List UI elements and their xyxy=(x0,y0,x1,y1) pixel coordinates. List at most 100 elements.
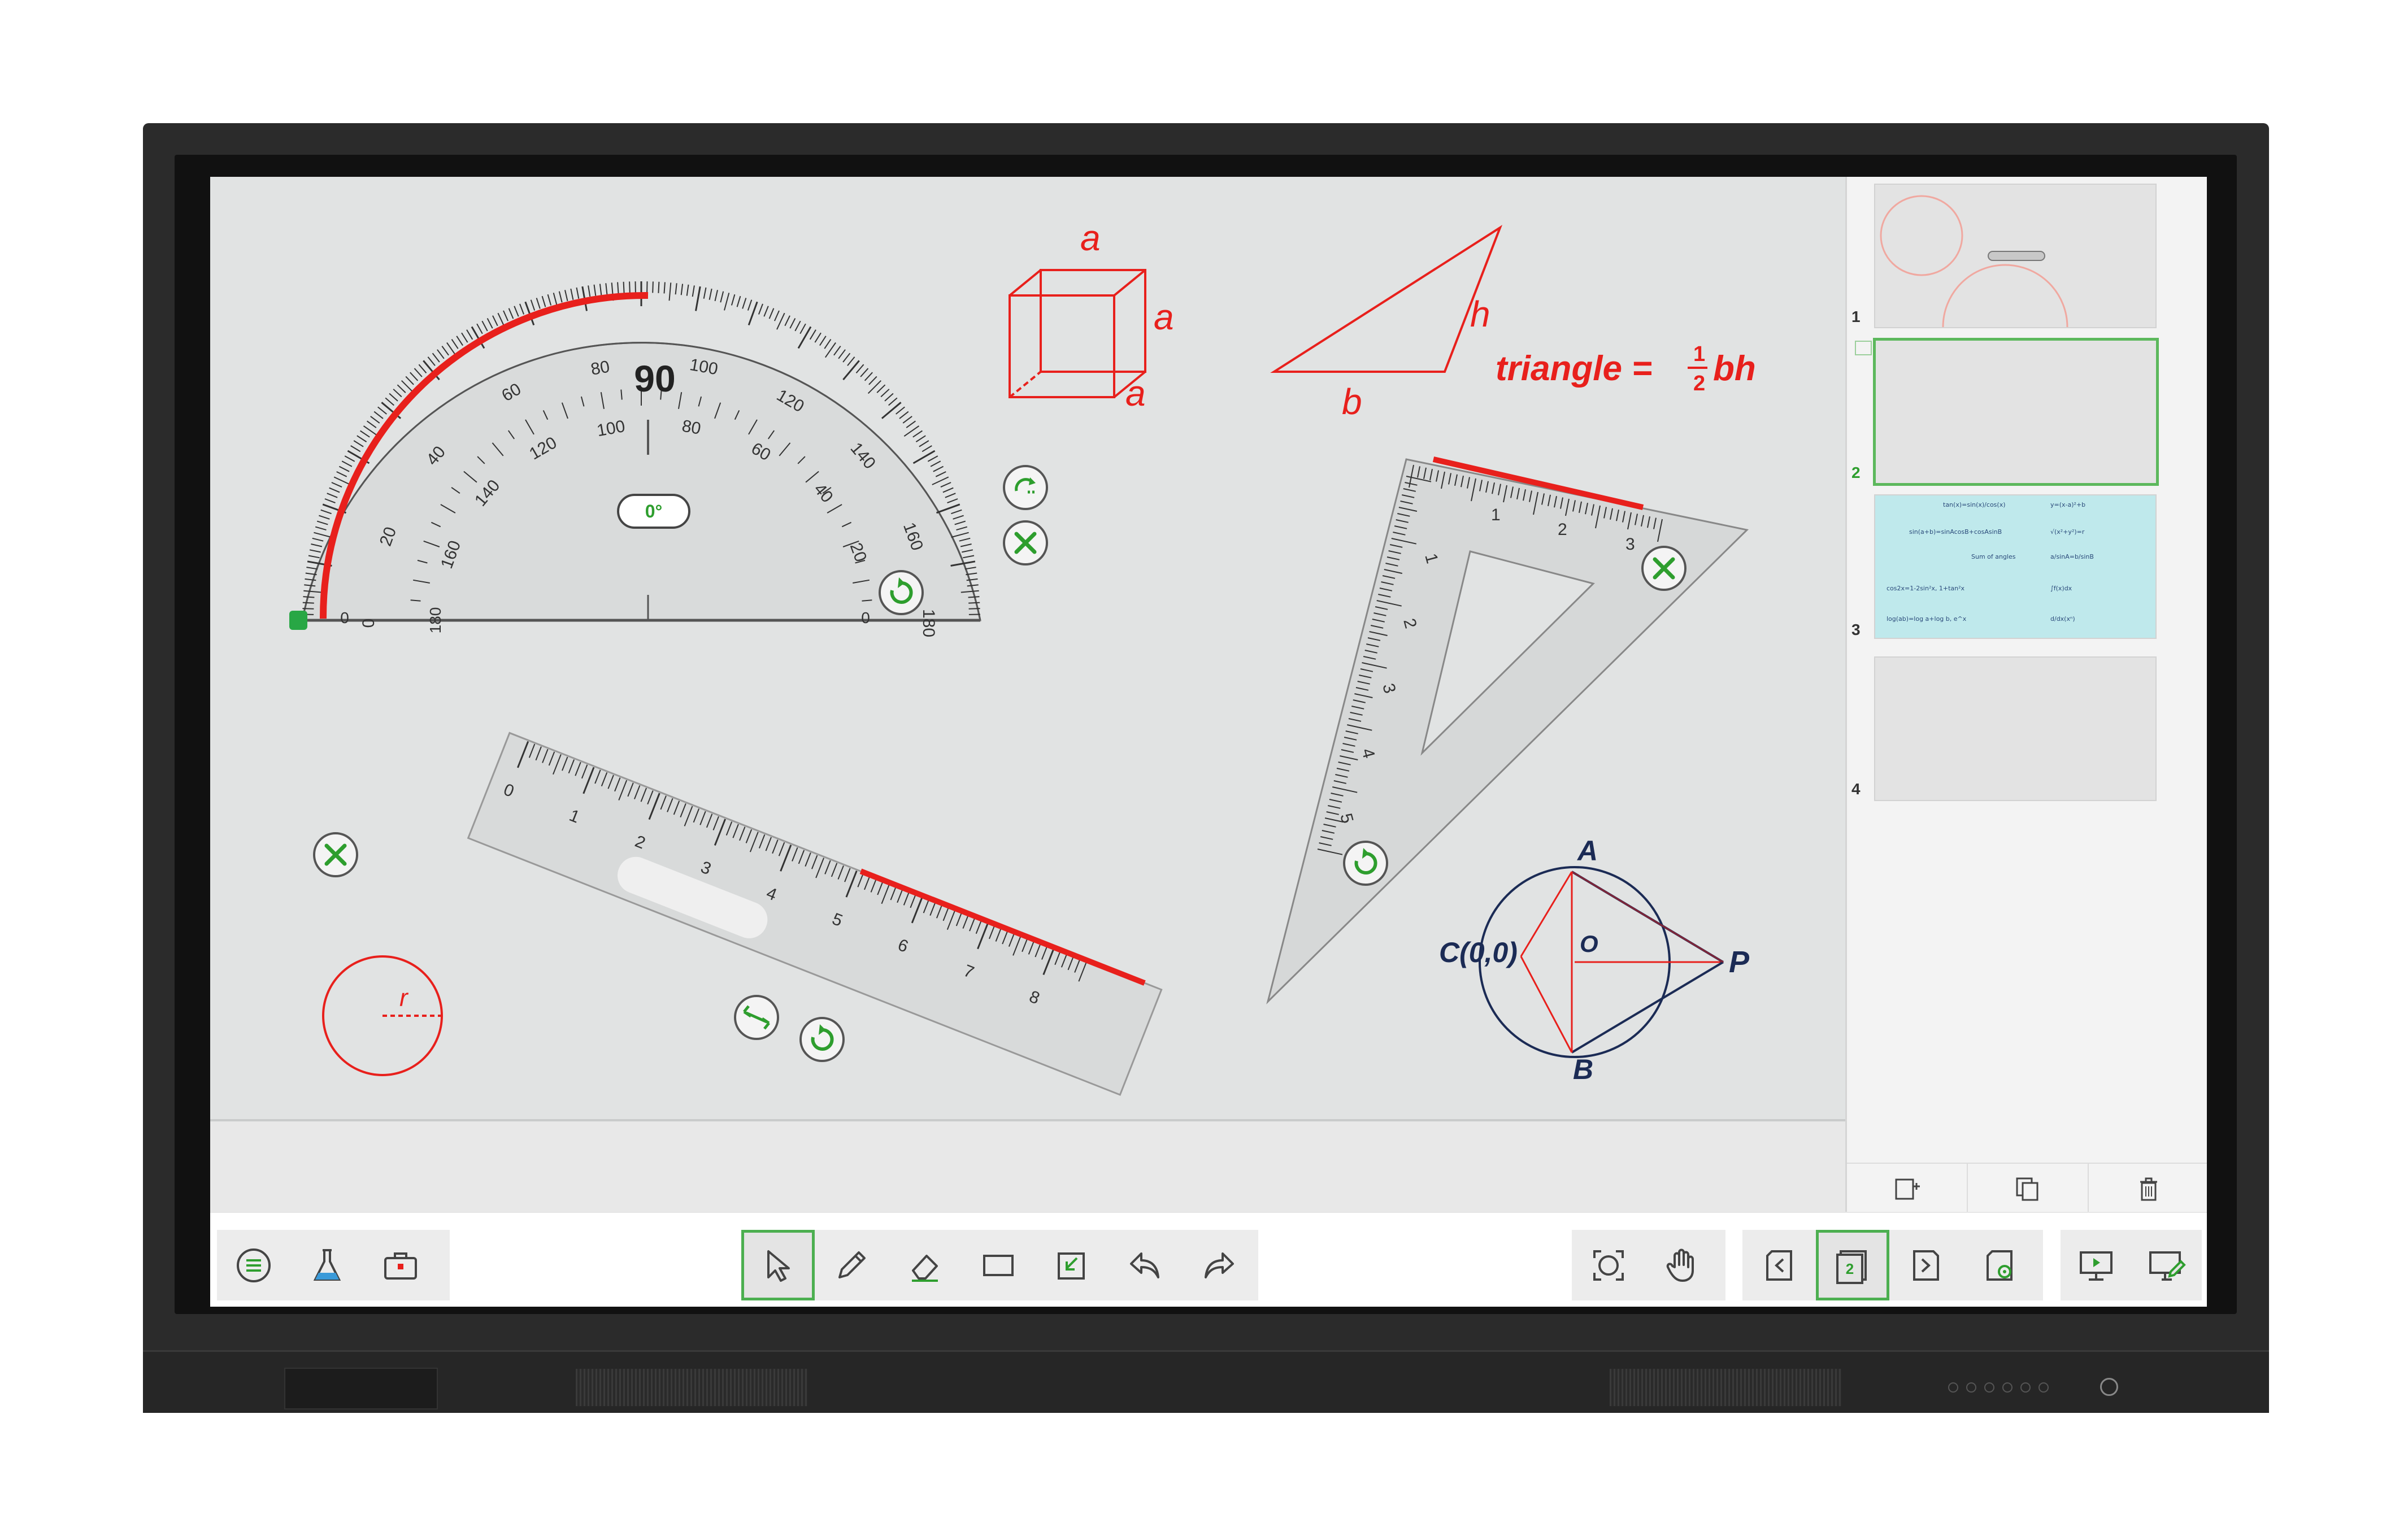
protractor-tick xyxy=(324,498,336,504)
protractor-tick xyxy=(932,476,949,485)
set-square-close-icon[interactable] xyxy=(1641,546,1687,591)
protractor-tick xyxy=(486,317,493,329)
protractor-tick xyxy=(912,430,923,438)
set-square-top-label-2: 2 xyxy=(1558,520,1567,539)
copy-page-button[interactable] xyxy=(1968,1164,2089,1215)
next-page-button[interactable] xyxy=(1889,1230,1963,1300)
protractor-label-outer-80: 80 xyxy=(589,357,611,379)
menu-button[interactable] xyxy=(217,1230,290,1300)
page-3-line-5a: log(ab)=log a+log b, e^x xyxy=(1887,615,1967,623)
page-number-2: 2 xyxy=(1851,464,1861,481)
protractor-tick xyxy=(915,435,926,442)
pan-button[interactable] xyxy=(1645,1230,1719,1300)
protractor-tick xyxy=(922,445,932,453)
shape-tool-button[interactable] xyxy=(962,1230,1035,1300)
redo-button[interactable] xyxy=(1182,1230,1255,1300)
protractor-flip-icon[interactable] xyxy=(1003,465,1048,510)
hardware-button-4[interactable] xyxy=(2002,1382,2013,1393)
next-page-icon xyxy=(1913,1250,1939,1281)
protractor-tick xyxy=(899,411,909,419)
present-button[interactable] xyxy=(2061,1230,2131,1300)
angle-readout[interactable]: 0° xyxy=(617,494,690,529)
protractor-tick xyxy=(809,329,816,340)
page-number-button[interactable]: 2 xyxy=(1816,1230,1889,1300)
protractor-tick xyxy=(503,310,509,321)
protractor-tick xyxy=(451,339,459,349)
protractor[interactable]: 90 0 180 20 40 60 80 100 120 140 160 0 0… xyxy=(289,281,1048,637)
hardware-button-2[interactable] xyxy=(1966,1382,1976,1393)
hardware-button-5[interactable] xyxy=(2020,1382,2031,1393)
protractor-tick xyxy=(680,284,684,295)
protractor-tick xyxy=(441,346,449,356)
protractor-tick xyxy=(476,323,483,334)
protractor-tick xyxy=(838,349,846,359)
annotate-screen-button[interactable] xyxy=(2131,1230,2202,1300)
tangent-circle-drawing[interactable]: A B C(0,0) O P xyxy=(1439,835,1750,1085)
protractor-tick xyxy=(724,293,730,311)
protractor-drag-handle[interactable] xyxy=(289,611,307,630)
page-thumbnail-4[interactable] xyxy=(1874,656,2157,801)
protractor-tick xyxy=(547,294,552,306)
protractor-tick xyxy=(776,312,785,330)
page-thumbnail-panel: 1 2 tan(x)=sin(x)/cos(x) y=(x-a)²+b sin(… xyxy=(1845,177,2207,1215)
protractor-tick xyxy=(405,376,414,385)
lab-button[interactable] xyxy=(290,1230,364,1300)
ruler-close-icon[interactable] xyxy=(313,832,358,877)
protractor-label-outer-0: 0 xyxy=(359,619,378,628)
toolbox-button[interactable] xyxy=(364,1230,437,1300)
add-page-button[interactable] xyxy=(1847,1164,1968,1215)
set-square[interactable]: 1 2 3 1 2 3 4 5 xyxy=(1266,456,1749,1004)
hardware-button-6[interactable] xyxy=(2038,1382,2049,1393)
protractor-tick xyxy=(963,555,975,559)
page-thumbnail-2[interactable] xyxy=(1873,338,2159,486)
protractor-tick xyxy=(329,487,340,493)
set-square-rotate-icon[interactable] xyxy=(1343,841,1388,886)
power-button-icon[interactable] xyxy=(2100,1378,2118,1396)
ruler-resize-icon[interactable] xyxy=(734,995,779,1040)
triangle-drawing[interactable]: b h triangle = 1 2 bh xyxy=(1270,225,1756,422)
whiteboard-canvas[interactable]: 90 0 180 20 40 60 80 100 120 140 160 0 0… xyxy=(210,177,1845,1120)
zoom-fit-button[interactable] xyxy=(1572,1230,1645,1300)
eraser-tool-button[interactable] xyxy=(888,1230,962,1300)
protractor-tick xyxy=(316,520,328,525)
select-tool-button[interactable] xyxy=(741,1230,815,1300)
pen-tool-button[interactable] xyxy=(815,1230,888,1300)
protractor-tick xyxy=(519,303,525,315)
protractor-tick xyxy=(418,364,427,373)
protractor-label-outer-180: 180 xyxy=(919,609,938,637)
protractor-close-icon[interactable] xyxy=(1003,520,1048,565)
previous-page-button[interactable] xyxy=(1742,1230,1816,1300)
protractor-tick xyxy=(357,435,367,442)
protractor-tick xyxy=(675,283,677,295)
hardware-button-3[interactable] xyxy=(1984,1382,1994,1393)
protractor-rotate-icon[interactable] xyxy=(879,570,924,615)
hardware-button-1[interactable] xyxy=(1948,1382,1958,1393)
ruler-rotate-icon[interactable] xyxy=(799,1017,845,1062)
eraser-icon xyxy=(912,1254,938,1282)
delete-page-button[interactable] xyxy=(2089,1164,2207,1215)
page-thumbnail-3[interactable]: tan(x)=sin(x)/cos(x) y=(x-a)²+b sin(a+b)… xyxy=(1874,494,2157,639)
undo-button[interactable] xyxy=(1109,1230,1182,1300)
hardware-buttons[interactable] xyxy=(1948,1382,2049,1393)
toolbar-view-group xyxy=(1572,1230,1725,1300)
protractor-tick xyxy=(344,455,355,462)
protractor-tick xyxy=(902,416,912,424)
protractor-tick xyxy=(919,440,929,447)
cube-drawing[interactable]: a a a xyxy=(1009,217,1174,414)
protractor-tick xyxy=(432,353,440,363)
protractor-tick xyxy=(794,320,801,332)
cube-label-bottom: a xyxy=(1125,373,1146,414)
page-settings-button[interactable] xyxy=(1963,1230,2036,1300)
protractor-tick xyxy=(833,346,841,356)
protractor-label-base-0-right: 0 xyxy=(861,609,870,627)
insert-icon xyxy=(1058,1252,1085,1280)
radius-circle-drawing[interactable]: r xyxy=(322,955,443,1076)
page-thumbnail-1[interactable] xyxy=(1874,184,2157,328)
insert-button[interactable] xyxy=(1035,1230,1109,1300)
protractor-tick xyxy=(814,332,821,343)
protractor-tick xyxy=(956,526,968,531)
protractor-tick xyxy=(508,308,514,319)
protractor-tick xyxy=(954,520,966,525)
page-2-check-icon xyxy=(1855,341,1872,355)
page-3-preview: tan(x)=sin(x)/cos(x) y=(x-a)²+b sin(a+b)… xyxy=(1875,495,2155,638)
